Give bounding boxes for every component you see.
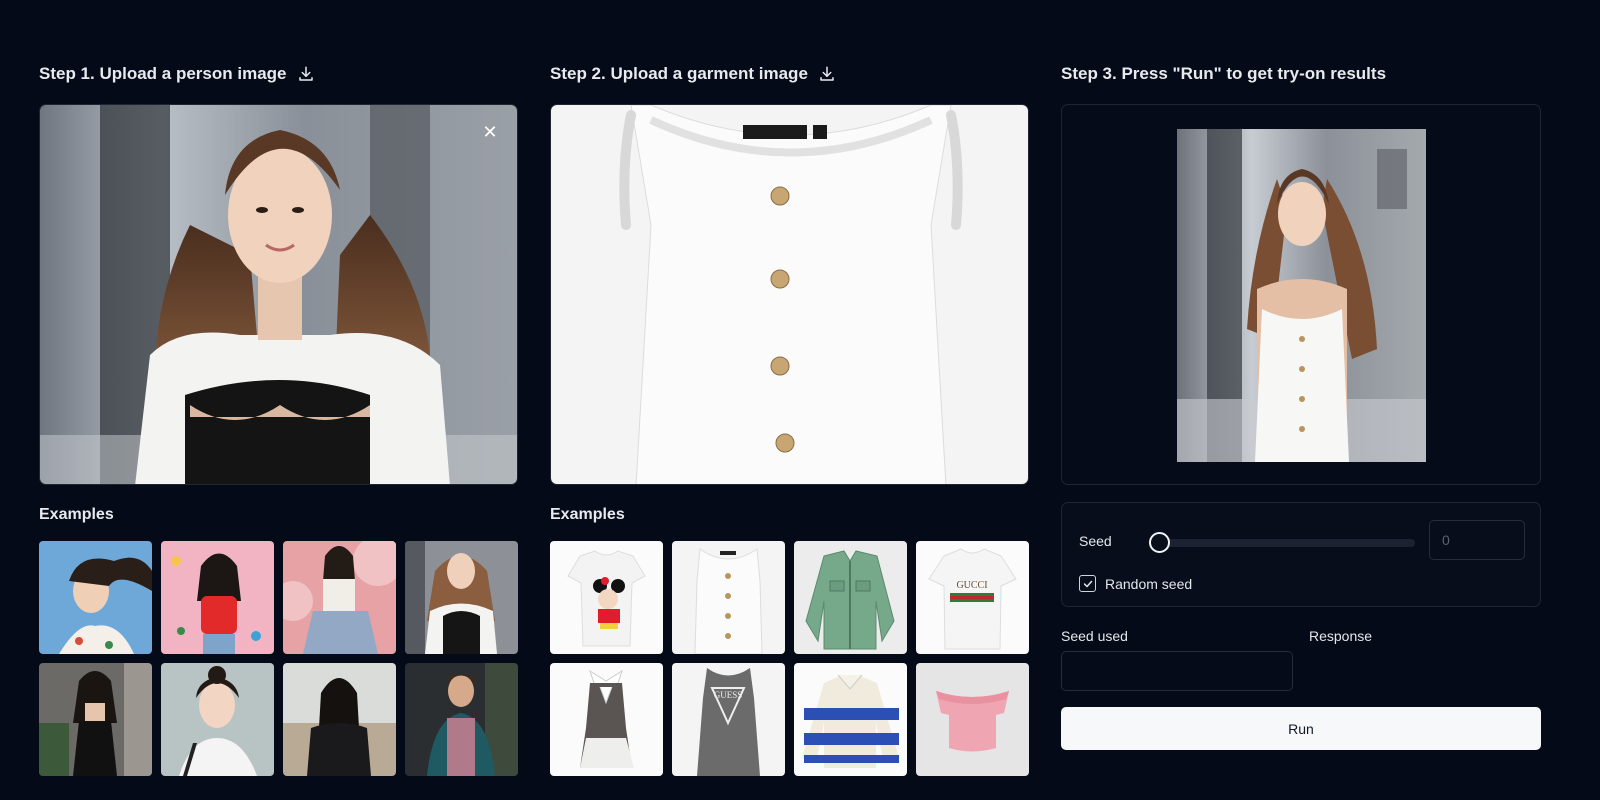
- person-examples-grid: [39, 541, 518, 776]
- step1-header: Step 1. Upload a person image: [39, 64, 315, 84]
- random-seed-toggle[interactable]: Random seed: [1079, 575, 1192, 592]
- person-example-5[interactable]: [39, 663, 152, 776]
- download-icon[interactable]: [297, 65, 315, 83]
- download-icon[interactable]: [818, 65, 836, 83]
- garment-example-striped-sweater[interactable]: [794, 663, 907, 776]
- garment-examples-label: Examples: [550, 506, 625, 523]
- garment-example-guess-tank[interactable]: GUESS: [672, 663, 785, 776]
- person-example-1[interactable]: [39, 541, 152, 654]
- garment-example-collar-dress[interactable]: [550, 663, 663, 776]
- person-example-7[interactable]: [283, 663, 396, 776]
- seed-label: Seed: [1079, 533, 1112, 549]
- person-example-8[interactable]: [405, 663, 518, 776]
- person-image: [40, 105, 517, 484]
- garment-example-pink-top[interactable]: [916, 663, 1029, 776]
- seed-slider-handle[interactable]: [1149, 532, 1170, 553]
- random-seed-checkbox[interactable]: [1079, 575, 1096, 592]
- garment-examples-grid: GUCCI GUESS: [550, 541, 1029, 776]
- step2-title: Step 2. Upload a garment image: [550, 64, 808, 83]
- garment-image: [551, 105, 1028, 484]
- checkmark-icon: [1083, 580, 1092, 587]
- person-example-4[interactable]: [405, 541, 518, 654]
- seed-used-field[interactable]: [1061, 651, 1293, 691]
- person-example-6[interactable]: [161, 663, 274, 776]
- person-image-upload[interactable]: ✕: [39, 104, 518, 485]
- seed-panel: Seed Random seed: [1061, 502, 1541, 607]
- seed-slider-track[interactable]: [1152, 539, 1415, 547]
- response-label: Response: [1309, 628, 1373, 644]
- step2-header: Step 2. Upload a garment image: [550, 64, 836, 84]
- person-examples-label: Examples: [39, 506, 114, 523]
- person-example-2[interactable]: [161, 541, 274, 654]
- garment-example-green-jacket[interactable]: [794, 541, 907, 654]
- guess-print-text: GUESS: [714, 690, 743, 700]
- step1-title: Step 1. Upload a person image: [39, 64, 287, 83]
- run-button[interactable]: Run: [1061, 707, 1541, 750]
- seed-input[interactable]: [1429, 520, 1525, 560]
- gucci-print-text: GUCCI: [956, 580, 987, 591]
- step3-header: Step 3. Press "Run" to get try-on result…: [1061, 64, 1386, 84]
- result-image-panel: [1061, 104, 1541, 485]
- person-example-3[interactable]: [283, 541, 396, 654]
- random-seed-label: Random seed: [1105, 575, 1193, 592]
- step3-title: Step 3. Press "Run" to get try-on result…: [1061, 64, 1387, 83]
- garment-image-upload[interactable]: [550, 104, 1029, 485]
- garment-example-white-tank[interactable]: [672, 541, 785, 654]
- seed-used-label: Seed used: [1061, 628, 1128, 644]
- clear-image-button[interactable]: ✕: [479, 121, 501, 143]
- garment-example-minnie-tee[interactable]: [550, 541, 663, 654]
- garment-example-gucci-tee[interactable]: GUCCI: [916, 541, 1029, 654]
- result-image: [1177, 129, 1426, 462]
